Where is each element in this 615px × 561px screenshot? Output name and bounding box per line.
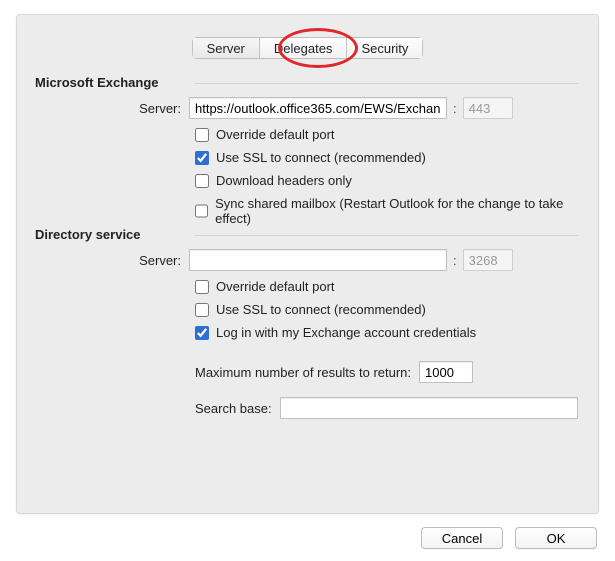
exchange-check-use-ssl[interactable]: Use SSL to connect (recommended) <box>195 150 578 165</box>
exchange-check-override-port[interactable]: Override default port <box>195 127 578 142</box>
divider-exchange <box>195 83 578 84</box>
directory-server-label: Server: <box>17 253 189 268</box>
exchange-check-sync-shared-label: Sync shared mailbox (Restart Outlook for… <box>215 196 578 226</box>
directory-check-use-ssl-label: Use SSL to connect (recommended) <box>216 302 426 317</box>
exchange-server-input[interactable] <box>189 97 447 119</box>
exchange-check-override-port-label: Override default port <box>216 127 335 142</box>
exchange-check-sync-shared-box[interactable] <box>195 204 208 218</box>
cancel-button-label: Cancel <box>442 531 482 546</box>
directory-check-use-ssl-box[interactable] <box>195 303 209 317</box>
exchange-port-sep: : <box>447 101 463 116</box>
search-base-input[interactable] <box>280 397 578 419</box>
exchange-check-headers-only[interactable]: Download headers only <box>195 173 578 188</box>
max-results-input[interactable] <box>419 361 473 383</box>
directory-check-login-exchange-label: Log in with my Exchange account credenti… <box>216 325 476 340</box>
directory-port-input <box>463 249 513 271</box>
directory-server-input[interactable] <box>189 249 447 271</box>
ok-button[interactable]: OK <box>515 527 597 549</box>
tab-delegates[interactable]: Delegates <box>260 38 348 58</box>
exchange-check-headers-only-box[interactable] <box>195 174 209 188</box>
divider-directory <box>195 235 578 236</box>
exchange-check-use-ssl-box[interactable] <box>195 151 209 165</box>
dialog-buttons: Cancel OK <box>421 527 597 549</box>
ok-button-label: OK <box>547 531 566 546</box>
directory-check-login-exchange-box[interactable] <box>195 326 209 340</box>
exchange-check-use-ssl-label: Use SSL to connect (recommended) <box>216 150 426 165</box>
exchange-port-input <box>463 97 513 119</box>
tab-server[interactable]: Server <box>193 38 260 58</box>
exchange-check-headers-only-label: Download headers only <box>216 173 352 188</box>
directory-port-sep: : <box>447 253 463 268</box>
max-results-label: Maximum number of results to return: <box>195 365 411 380</box>
tab-bar: Server Delegates Security <box>192 37 424 59</box>
section-title-exchange: Microsoft Exchange <box>35 75 159 90</box>
section-title-directory: Directory service <box>35 227 141 242</box>
exchange-server-label: Server: <box>17 101 189 116</box>
tab-delegates-label: Delegates <box>274 41 333 56</box>
directory-check-use-ssl[interactable]: Use SSL to connect (recommended) <box>195 302 578 317</box>
settings-panel: Server Delegates Security Microsoft Exch… <box>16 14 599 514</box>
search-base-label: Search base: <box>195 401 272 416</box>
cancel-button[interactable]: Cancel <box>421 527 503 549</box>
tab-server-label: Server <box>207 41 245 56</box>
directory-check-override-port-label: Override default port <box>216 279 335 294</box>
directory-check-login-exchange[interactable]: Log in with my Exchange account credenti… <box>195 325 578 340</box>
exchange-check-sync-shared[interactable]: Sync shared mailbox (Restart Outlook for… <box>195 196 578 226</box>
tab-security[interactable]: Security <box>347 38 422 58</box>
directory-check-override-port-box[interactable] <box>195 280 209 294</box>
directory-check-override-port[interactable]: Override default port <box>195 279 578 294</box>
exchange-check-override-port-box[interactable] <box>195 128 209 142</box>
tab-security-label: Security <box>361 41 408 56</box>
